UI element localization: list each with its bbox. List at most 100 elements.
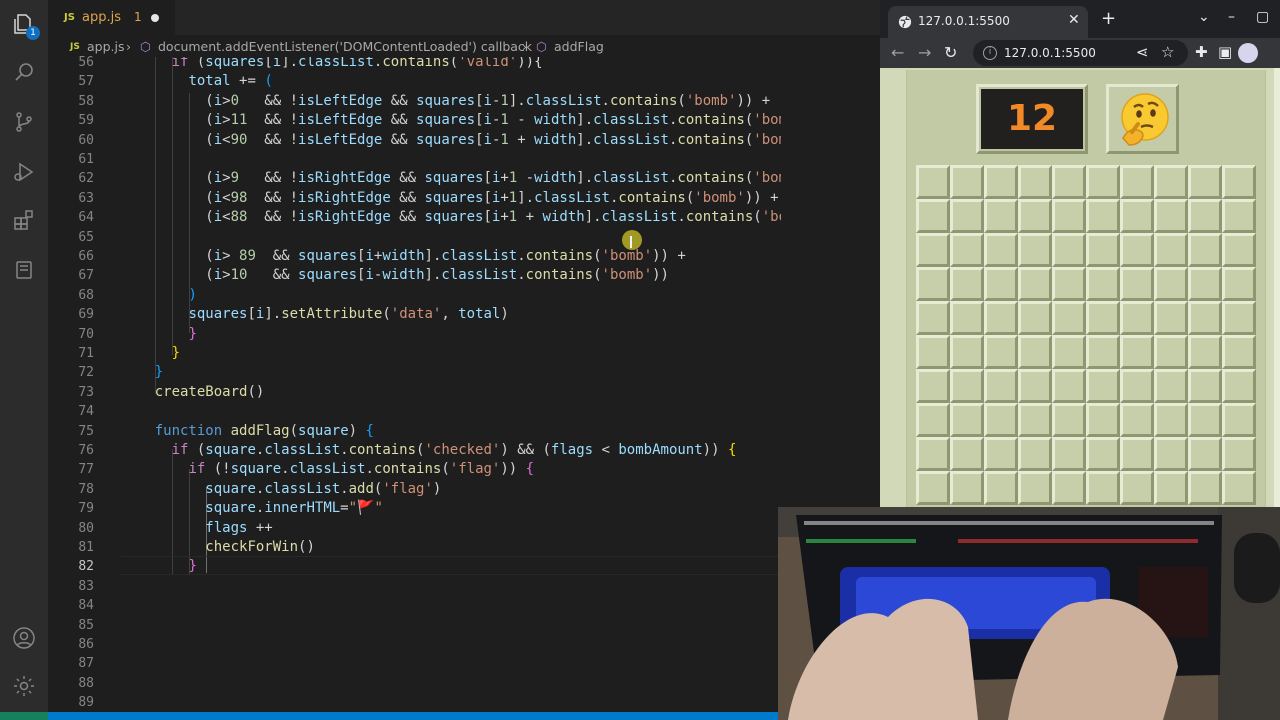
board-cell[interactable] [1222, 403, 1256, 437]
board-cell[interactable] [1120, 301, 1154, 335]
explorer-icon[interactable]: 1 [12, 12, 40, 40]
board-cell[interactable] [916, 165, 950, 199]
board-cell[interactable] [916, 437, 950, 471]
extensions-icon[interactable] [12, 208, 36, 232]
remote-indicator[interactable] [0, 712, 48, 720]
board-cell[interactable] [1222, 301, 1256, 335]
board-cell[interactable] [916, 471, 950, 505]
unsaved-dot-icon[interactable] [151, 14, 159, 22]
board-cell[interactable] [916, 267, 950, 301]
board-cell[interactable] [1052, 403, 1086, 437]
page-scrollbar[interactable] [1274, 68, 1280, 507]
address-bar[interactable]: i 127.0.0.1:5500 [973, 40, 1188, 66]
board-cell[interactable] [1086, 369, 1120, 403]
board-cell[interactable] [1018, 471, 1052, 505]
board-cell[interactable] [1086, 335, 1120, 369]
board-cell[interactable] [916, 369, 950, 403]
extensions-puzzle-icon[interactable]: ✚ [1195, 43, 1208, 61]
board-cell[interactable] [1154, 199, 1188, 233]
board-cell[interactable] [984, 199, 1018, 233]
tab-app-js[interactable]: JS app.js 1 [48, 0, 175, 35]
board-cell[interactable] [1222, 471, 1256, 505]
side-panel-icon[interactable]: ▣ [1218, 43, 1232, 61]
board-cell[interactable] [1188, 165, 1222, 199]
board-cell[interactable] [1086, 471, 1120, 505]
breadcrumb-file[interactable]: app.js [87, 39, 125, 54]
board-cell[interactable] [1018, 403, 1052, 437]
board-cell[interactable] [1188, 335, 1222, 369]
board-cell[interactable] [1120, 369, 1154, 403]
board-cell[interactable] [1154, 165, 1188, 199]
bookmark-star-icon[interactable]: ☆ [1161, 43, 1174, 61]
board-cell[interactable] [916, 199, 950, 233]
board-cell[interactable] [950, 301, 984, 335]
board-cell[interactable] [984, 335, 1018, 369]
board-cell[interactable] [1052, 199, 1086, 233]
board-cell[interactable] [950, 403, 984, 437]
board-cell[interactable] [1222, 267, 1256, 301]
source-control-icon[interactable] [12, 110, 36, 134]
board-cell[interactable] [1154, 403, 1188, 437]
board-cell[interactable] [1052, 267, 1086, 301]
board-cell[interactable] [950, 335, 984, 369]
board-cell[interactable] [916, 233, 950, 267]
breadcrumb-addflag[interactable]: addFlag [554, 39, 604, 54]
board-cell[interactable] [950, 471, 984, 505]
board-cell[interactable] [1120, 335, 1154, 369]
board-cell[interactable] [950, 369, 984, 403]
board-cell[interactable] [1188, 199, 1222, 233]
board-cell[interactable] [950, 267, 984, 301]
board-cell[interactable] [1120, 437, 1154, 471]
board-cell[interactable] [950, 165, 984, 199]
board-cell[interactable] [984, 267, 1018, 301]
board-cell[interactable] [1222, 165, 1256, 199]
board-cell[interactable] [1222, 437, 1256, 471]
board-cell[interactable] [1086, 267, 1120, 301]
board-cell[interactable] [1120, 165, 1154, 199]
board-cell[interactable] [984, 369, 1018, 403]
board-cell[interactable] [1052, 437, 1086, 471]
account-icon[interactable] [12, 626, 36, 650]
browser-tab[interactable]: 127.0.0.1:5500 ✕ [888, 6, 1088, 38]
board-cell[interactable] [916, 403, 950, 437]
board-cell[interactable] [1154, 369, 1188, 403]
board-cell[interactable] [1188, 369, 1222, 403]
board-cell[interactable] [1052, 301, 1086, 335]
forward-icon[interactable]: → [918, 43, 931, 62]
board-cell[interactable] [1018, 165, 1052, 199]
board-cell[interactable] [1018, 233, 1052, 267]
board-cell[interactable] [916, 301, 950, 335]
breadcrumb-callback[interactable]: document.addEventListener('DOMContentLoa… [158, 39, 532, 54]
board-cell[interactable] [984, 233, 1018, 267]
board-cell[interactable] [1052, 233, 1086, 267]
board-cell[interactable] [1222, 233, 1256, 267]
board-cell[interactable] [1086, 403, 1120, 437]
maximize-icon[interactable]: ▢ [1256, 9, 1269, 25]
board-cell[interactable] [1154, 301, 1188, 335]
board-cell[interactable] [1120, 403, 1154, 437]
board-cell[interactable] [1188, 471, 1222, 505]
board-cell[interactable] [1222, 335, 1256, 369]
board-cell[interactable] [984, 165, 1018, 199]
board-cell[interactable] [984, 403, 1018, 437]
new-tab-icon[interactable]: + [1101, 8, 1116, 29]
board-cell[interactable] [1086, 301, 1120, 335]
board-cell[interactable] [1018, 267, 1052, 301]
share-icon[interactable]: ⋖ [1136, 43, 1149, 61]
board-cell[interactable] [1086, 199, 1120, 233]
reload-icon[interactable]: ↻ [944, 43, 957, 62]
board-cell[interactable] [1052, 369, 1086, 403]
board-cell[interactable] [1086, 165, 1120, 199]
board-cell[interactable] [1154, 437, 1188, 471]
notebook-icon[interactable] [12, 258, 36, 282]
board-cell[interactable] [1154, 267, 1188, 301]
board-cell[interactable] [950, 437, 984, 471]
board-cell[interactable] [984, 301, 1018, 335]
board-cell[interactable] [1052, 335, 1086, 369]
board-cell[interactable] [1188, 403, 1222, 437]
board-cell[interactable] [1154, 471, 1188, 505]
board-cell[interactable] [916, 335, 950, 369]
board-cell[interactable] [1188, 301, 1222, 335]
code-editor[interactable]: if (squares[i].classList.contains('valid… [121, 57, 781, 712]
board-cell[interactable] [1188, 267, 1222, 301]
